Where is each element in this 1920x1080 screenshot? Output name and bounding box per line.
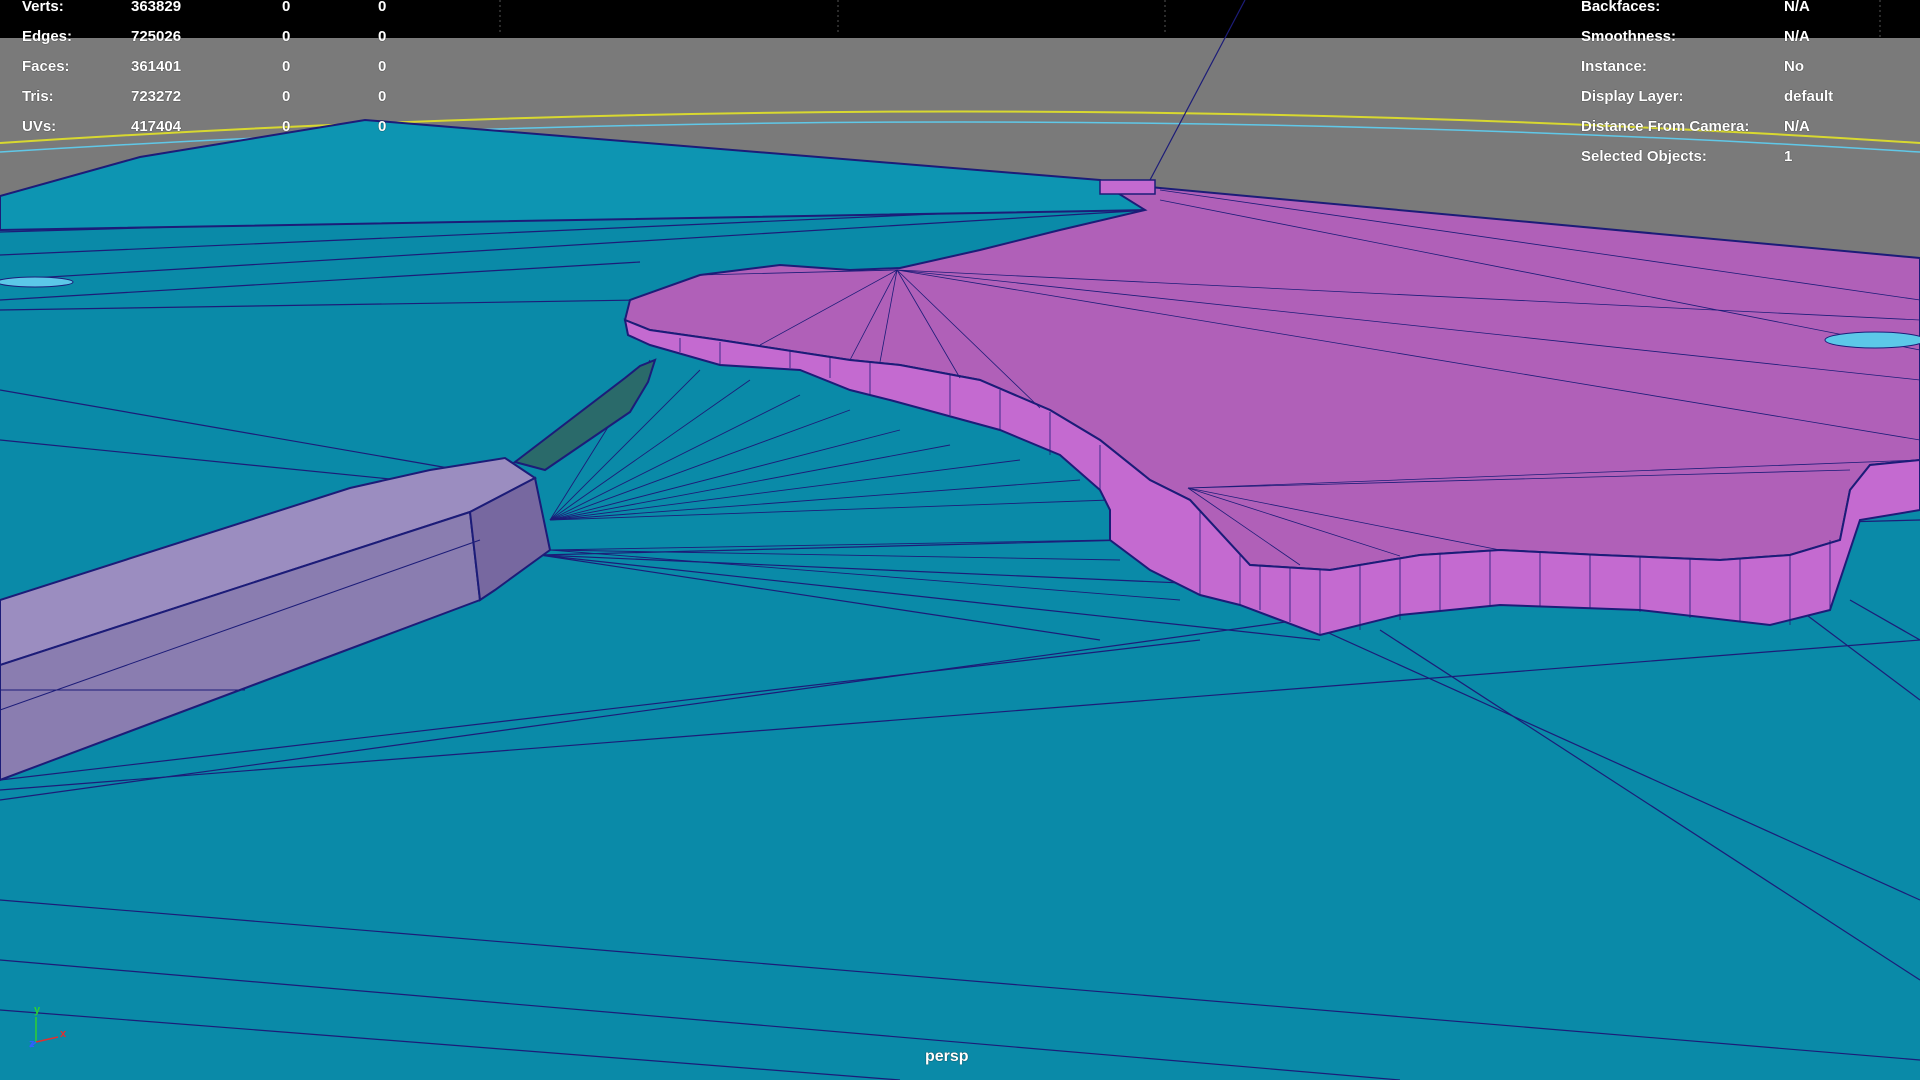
hud-value-verts: 363829 — [131, 0, 182, 15]
hud-col3-edges: 0 — [378, 28, 387, 45]
hud-label-backfaces: Backfaces: — [1581, 0, 1661, 15]
small-object-right — [1824, 331, 1920, 349]
hud-col2-tris: 0 — [282, 88, 291, 105]
hud-value-selected-objects: 1 — [1784, 148, 1793, 165]
hud-value-faces: 361401 — [131, 58, 182, 75]
hud-value-distance: N/A — [1784, 118, 1810, 135]
mesh-notch — [1099, 179, 1156, 195]
hud-value-edges: 725026 — [131, 28, 182, 45]
hud-col3-uvs: 0 — [378, 118, 387, 135]
hud-value-smoothness: N/A — [1784, 28, 1810, 45]
axis-z-label: z — [29, 1038, 35, 1050]
hud-value-uvs: 417404 — [131, 118, 182, 135]
hud-label-faces: Faces: — [22, 58, 70, 75]
hud-label-tris: Tris: — [22, 88, 54, 105]
hud-col3-verts: 0 — [378, 0, 387, 15]
hud-label-instance: Instance: — [1581, 58, 1647, 75]
hud-label-uvs: UVs: — [22, 118, 57, 135]
small-object-left — [0, 276, 74, 288]
hud-value-instance: No — [1784, 58, 1804, 75]
hud-col2-faces: 0 — [282, 58, 291, 75]
hud-col2-edges: 0 — [282, 28, 291, 45]
hud-label-smoothness: Smoothness: — [1581, 28, 1677, 45]
hud-col2-verts: 0 — [282, 0, 291, 15]
hud-col3-faces: 0 — [378, 58, 387, 75]
axis-y-label: y — [34, 1004, 41, 1016]
hud-value-backfaces: N/A — [1784, 0, 1810, 15]
axis-gizmo: y x z — [18, 1002, 78, 1052]
hud-label-verts: Verts: — [22, 0, 64, 15]
hud-label-selected-objects: Selected Objects: — [1581, 148, 1707, 165]
axis-x-label: x — [60, 1028, 67, 1040]
hud-value-display-layer: default — [1784, 88, 1834, 105]
hud-value-tris: 723272 — [131, 88, 182, 105]
maya-viewport[interactable]: Verts: 363829 0 0 Edges: 725026 0 0 Face… — [0, 0, 1920, 1080]
hud-label-display-layer: Display Layer: — [1581, 88, 1684, 105]
hud-label-edges: Edges: — [22, 28, 73, 45]
hud-col2-uvs: 0 — [282, 118, 291, 135]
hud-label-distance: Distance From Camera: — [1581, 118, 1750, 135]
axis-gizmo-lines — [29, 1017, 59, 1048]
hud-col3-tris: 0 — [378, 88, 387, 105]
camera-name-label: persp — [925, 1048, 969, 1065]
